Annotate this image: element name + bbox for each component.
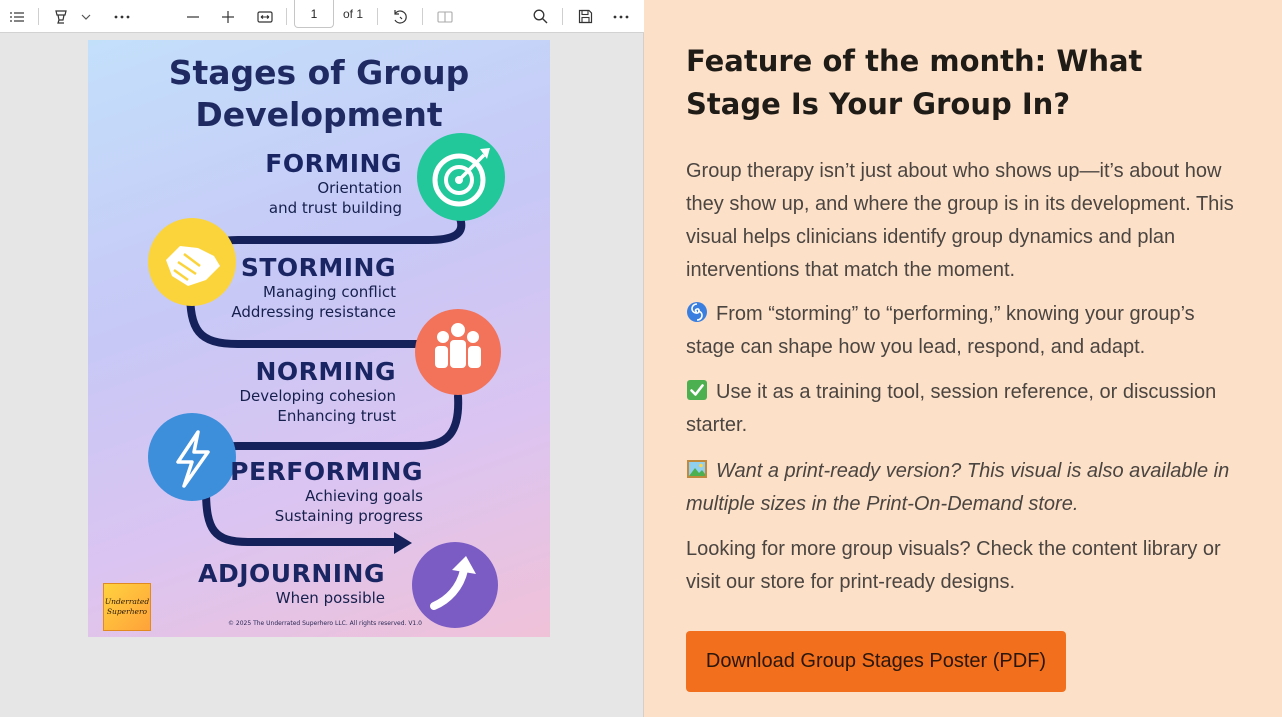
chevron-down-icon[interactable] — [78, 0, 94, 33]
handshake-icon — [148, 218, 236, 306]
zoom-in-icon[interactable] — [217, 0, 239, 33]
logo-text: Superhero — [106, 607, 148, 616]
page-view-icon[interactable] — [434, 0, 456, 33]
stage-norming: NORMING Developing cohesion Enhancing tr… — [239, 358, 396, 426]
check-mark-icon — [687, 380, 707, 400]
brand-logo: Underrated Superhero — [103, 583, 151, 631]
stage-description: Addressing resistance — [231, 303, 396, 321]
article-title: Feature of the month: What Stage Is Your… — [686, 44, 1143, 121]
toolbar-divider — [562, 8, 563, 25]
more-horizontal-icon[interactable] — [609, 0, 633, 33]
stage-description: Managing conflict — [263, 283, 396, 301]
stage-description: Developing cohesion — [239, 387, 396, 405]
stage-name: ADJOURNING — [198, 559, 385, 588]
stage-description: Achieving goals — [305, 487, 423, 505]
search-icon[interactable] — [529, 0, 551, 33]
more-horizontal-icon[interactable] — [110, 0, 134, 33]
toolbar-divider — [38, 8, 39, 25]
paragraph-text: Want a print-ready version? This visual … — [686, 460, 1230, 515]
stage-name: FORMING — [265, 149, 402, 178]
logo-text: Underrated — [104, 597, 150, 606]
lightning-icon — [148, 413, 236, 501]
stage-description: Sustaining progress — [274, 507, 423, 525]
article-paragraph: Use it as a training tool, session refer… — [686, 376, 1246, 442]
article-panel: Feature of the month: What Stage Is Your… — [644, 0, 1282, 717]
framed-picture-icon — [687, 460, 707, 478]
page-total: of 1 — [343, 7, 364, 21]
article-paragraph: Want a print-ready version? This visual … — [686, 455, 1246, 521]
stage-name: NORMING — [255, 357, 396, 386]
article-paragraph: From “storming” to “performing,” knowing… — [686, 298, 1246, 364]
poster-title-line2: Development — [195, 95, 443, 134]
stage-performing: PERFORMING Achieving goals Sustaining pr… — [230, 458, 423, 526]
article-paragraph: Group therapy isn’t just about who shows… — [686, 160, 1234, 281]
poster-title-line1: Stages of Group — [168, 53, 470, 92]
contents-icon[interactable] — [6, 0, 28, 33]
target-icon — [417, 133, 505, 221]
path-arrowhead — [394, 532, 412, 554]
copyright-notice: © 2025 The Underrated Superhero LLC. All… — [228, 620, 422, 627]
arrow-up-right-icon — [412, 542, 498, 628]
download-poster-button[interactable]: Download Group Stages Poster (PDF) — [686, 631, 1066, 692]
pdf-viewer: 1 of 1 Stages of Group Development FORMI… — [0, 0, 644, 717]
group-icon — [415, 309, 501, 395]
stage-description: and trust building — [268, 199, 402, 217]
stage-description: Enhancing trust — [277, 407, 396, 425]
save-icon[interactable] — [574, 0, 596, 33]
stage-name: STORMING — [240, 253, 396, 282]
zoom-out-icon[interactable] — [182, 0, 204, 33]
highlighter-icon[interactable] — [50, 0, 72, 33]
stage-description: Orientation — [317, 179, 402, 197]
cyclone-icon — [687, 302, 707, 322]
stage-name: PERFORMING — [230, 457, 423, 486]
stage-adjourning: ADJOURNING When possible — [198, 560, 385, 608]
stage-storming: STORMING Managing conflict Addressing re… — [231, 254, 396, 322]
fit-width-icon[interactable] — [253, 0, 277, 33]
paragraph-text: Use it as a training tool, session refer… — [686, 381, 1217, 436]
pdf-toolbar: 1 of 1 — [0, 0, 644, 33]
toolbar-divider — [377, 8, 378, 25]
stage-forming: FORMING Orientation and trust building — [265, 150, 402, 218]
page-number-input[interactable]: 1 — [294, 0, 334, 28]
toolbar-divider — [422, 8, 423, 25]
toolbar-divider — [286, 8, 287, 25]
rotate-icon[interactable] — [389, 0, 411, 33]
poster-page: Stages of Group Development FORMING Orie… — [88, 40, 550, 637]
article-paragraph: Looking for more group visuals? Check th… — [686, 538, 1221, 593]
stage-description: When possible — [275, 589, 385, 607]
paragraph-text: From “storming” to “performing,” knowing… — [686, 303, 1195, 358]
